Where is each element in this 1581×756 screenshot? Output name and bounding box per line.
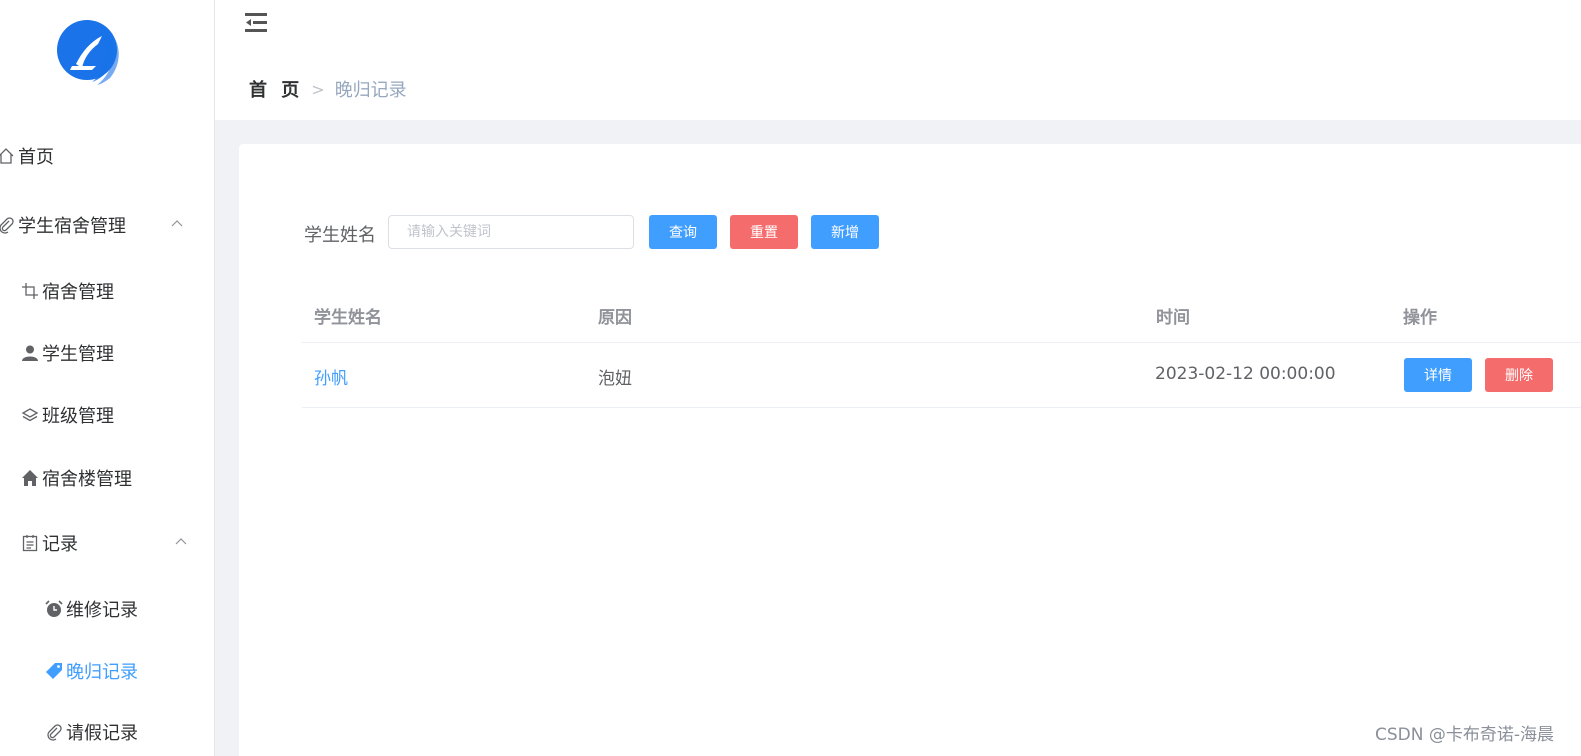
sidebar-item-label: 学生管理 [42, 344, 114, 365]
crop-icon [20, 281, 40, 301]
layers-icon [20, 405, 40, 425]
sidebar-item-label: 首页 [18, 147, 54, 168]
breadcrumb-current: 晚归记录 [334, 80, 407, 101]
column-header-reason: 原因 [598, 308, 632, 328]
sidebar-item-label: 记录 [42, 534, 78, 555]
home-icon [0, 146, 16, 166]
breadcrumb-home[interactable]: 首 页 [249, 76, 303, 102]
sidebar-item-late-return-records[interactable]: 晚归记录 [44, 651, 214, 691]
sidebar-item-label: 宿舍管理 [42, 282, 114, 303]
column-header-time: 时间 [1156, 308, 1190, 328]
sidebar-item-label: 晚归记录 [66, 662, 138, 683]
brand-logo[interactable] [52, 14, 126, 88]
sidebar-item-dorm-management[interactable]: 学生宿舍管理 [0, 205, 210, 245]
sidebar-item-label: 学生宿舍管理 [18, 216, 126, 237]
document-icon [20, 533, 40, 553]
sidebar-item-dorm[interactable]: 宿舍管理 [20, 271, 214, 311]
reset-button[interactable]: 重置 [730, 215, 798, 249]
chevron-up-icon [175, 538, 187, 545]
column-header-name: 学生姓名 [314, 308, 382, 328]
reason-cell: 泡妞 [598, 369, 632, 389]
sidebar-item-leave-records[interactable]: 请假记录 [44, 712, 214, 752]
paperclip-icon [44, 722, 64, 742]
tag-icon [44, 661, 64, 681]
sidebar-item-repair-records[interactable]: 维修记录 [44, 589, 214, 629]
search-label: 学生姓名 [304, 225, 376, 246]
fold-menu-icon[interactable] [243, 10, 269, 36]
add-button[interactable]: 新增 [811, 215, 879, 249]
detail-button[interactable]: 详情 [1404, 358, 1472, 392]
chevron-up-icon [171, 220, 183, 227]
time-cell: 2023-02-12 00:00:00 [1155, 364, 1336, 384]
sidebar-item-classes[interactable]: 班级管理 [20, 395, 214, 435]
sidebar-item-students[interactable]: 学生管理 [20, 333, 214, 373]
watermark: CSDN @卡布奇诺-海晨 [1374, 725, 1554, 745]
sidebar-item-label: 班级管理 [42, 406, 114, 427]
alarm-clock-icon [44, 599, 64, 619]
paperclip-icon [0, 215, 16, 235]
sidebar-item-label: 宿舍楼管理 [42, 469, 132, 490]
breadcrumb: 首 页 > 晚归记录 [249, 76, 407, 102]
app-root: 首页 学生宿舍管理 宿舍管理 学生管理 班级管理 宿舍楼管理 记录 维修记录 晚… [0, 0, 1581, 756]
house-icon [20, 468, 40, 488]
search-input[interactable] [388, 215, 634, 249]
query-button[interactable]: 查询 [649, 215, 717, 249]
header: 首 页 > 晚归记录 [215, 0, 1581, 120]
table-header: 学生姓名 原因 时间 操作 [302, 290, 1581, 343]
chevron-right-icon: > [311, 79, 325, 99]
sidebar-item-buildings[interactable]: 宿舍楼管理 [20, 458, 214, 498]
user-icon [20, 343, 40, 363]
sidebar-item-home[interactable]: 首页 [0, 136, 210, 176]
delete-button[interactable]: 删除 [1485, 358, 1553, 392]
table-row: 孙帆 泡妞 2023-02-12 00:00:00 详情 删除 [302, 343, 1581, 408]
sidebar-item-records[interactable]: 记录 [20, 523, 214, 563]
sidebar-item-label: 请假记录 [66, 723, 138, 744]
sidebar-item-label: 维修记录 [66, 600, 138, 621]
column-header-actions: 操作 [1403, 308, 1437, 328]
student-name-link[interactable]: 孙帆 [314, 364, 348, 389]
sidebar: 首页 学生宿舍管理 宿舍管理 学生管理 班级管理 宿舍楼管理 记录 维修记录 晚… [0, 0, 215, 756]
